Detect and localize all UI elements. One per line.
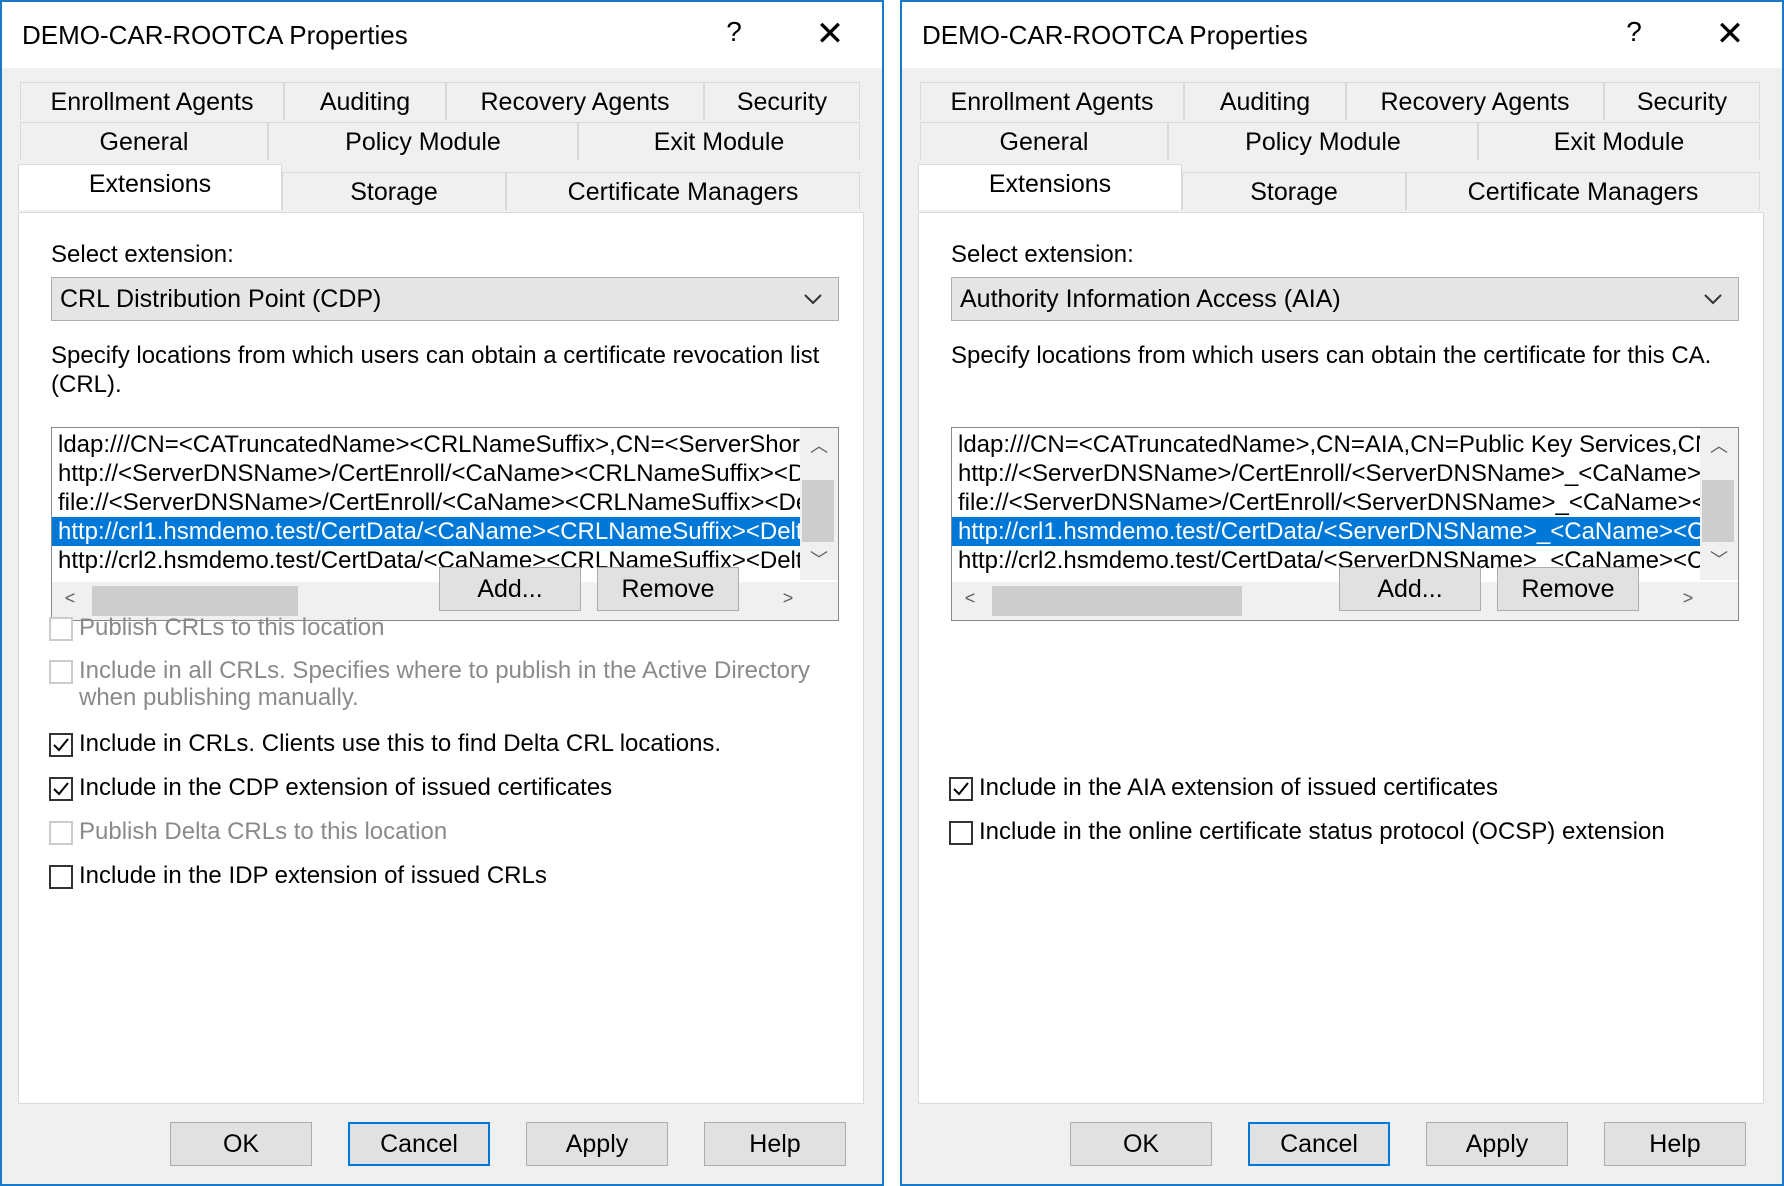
close-icon[interactable]: ✕ (802, 14, 858, 54)
checkmark-icon (53, 782, 69, 796)
apply-button[interactable]: Apply (1426, 1122, 1568, 1166)
scroll-corner (800, 582, 838, 620)
tab-security[interactable]: Security (704, 82, 860, 120)
include-aia-extension-checkbox[interactable] (949, 777, 973, 801)
publish-crls-checkbox[interactable] (49, 617, 73, 641)
scroll-left-icon[interactable]: < (952, 588, 988, 609)
include-in-crls-checkbox[interactable] (49, 733, 73, 757)
location-item[interactable]: ldap:///CN=<CATruncatedName><CRLNameSuff… (52, 430, 800, 459)
include-idp-extension-label: Include in the IDP extension of issued C… (79, 862, 547, 889)
description-text: Specify locations from which users can o… (951, 342, 1712, 369)
help-button[interactable]: Help (704, 1122, 846, 1166)
extension-dropdown-value: Authority Information Access (AIA) (960, 285, 1341, 313)
locations-list: ldap:///CN=<CATruncatedName>,CN=AIA,CN=P… (952, 430, 1700, 580)
include-in-crls-label: Include in CRLs. Clients use this to fin… (79, 730, 722, 757)
location-item[interactable]: file://<ServerDNSName>/CertEnroll/<Serve… (952, 488, 1700, 517)
tab-enrollment-agents[interactable]: Enrollment Agents (20, 82, 284, 120)
tab-auditing[interactable]: Auditing (1184, 82, 1346, 120)
window-title: DEMO-CAR-ROOTCA Properties (922, 20, 1308, 50)
tab-extensions[interactable]: Extensions (918, 164, 1182, 210)
title-bar: DEMO-CAR-ROOTCA Properties ? ✕ (902, 2, 1782, 68)
help-icon[interactable]: ? (714, 16, 754, 48)
tab-storage[interactable]: Storage (1182, 172, 1406, 210)
tab-extensions[interactable]: Extensions (18, 164, 282, 210)
publish-crls-label: Publish CRLs to this location (79, 614, 385, 641)
add-button[interactable]: Add... (439, 567, 581, 611)
scroll-up-icon[interactable]: ︿ (801, 432, 837, 458)
tab-recovery-agents[interactable]: Recovery Agents (446, 82, 704, 120)
aia-properties-dialog: DEMO-CAR-ROOTCA Properties ? ✕ Enrollmen… (900, 0, 1784, 1186)
tab-general[interactable]: General (920, 122, 1168, 160)
tab-recovery-agents[interactable]: Recovery Agents (1346, 82, 1604, 120)
add-button[interactable]: Add... (1339, 567, 1481, 611)
ok-button[interactable]: OK (170, 1122, 312, 1166)
remove-button[interactable]: Remove (597, 567, 739, 611)
chevron-down-icon (804, 294, 822, 305)
location-item-selected[interactable]: http://crl1.hsmdemo.test/CertData/<Serve… (952, 517, 1700, 546)
location-item[interactable]: http://<ServerDNSName>/CertEnroll/<Serve… (952, 459, 1700, 488)
horizontal-scroll-thumb[interactable] (92, 586, 298, 616)
publish-delta-crls-label: Publish Delta CRLs to this location (79, 818, 448, 845)
checkmark-icon (953, 782, 969, 796)
ok-button[interactable]: OK (1070, 1122, 1212, 1166)
include-aia-extension-label: Include in the AIA extension of issued c… (979, 774, 1498, 801)
location-item[interactable]: file://<ServerDNSName>/CertEnroll/<CaNam… (52, 488, 800, 517)
tab-certificate-managers[interactable]: Certificate Managers (506, 172, 860, 210)
scroll-down-icon[interactable]: ﹀ (1701, 546, 1737, 572)
tab-exit-module[interactable]: Exit Module (1478, 122, 1760, 160)
include-all-crls-label: Include in all CRLs. Specifies where to … (79, 657, 811, 684)
cancel-button[interactable]: Cancel (1248, 1122, 1390, 1166)
vertical-scroll-thumb[interactable] (802, 480, 834, 542)
include-all-crls-checkbox[interactable] (49, 660, 73, 684)
tab-enrollment-agents[interactable]: Enrollment Agents (920, 82, 1184, 120)
vertical-scroll-thumb[interactable] (1702, 480, 1734, 542)
tab-policy-module[interactable]: Policy Module (268, 122, 578, 160)
description-text: Specify locations from which users can o… (51, 342, 820, 398)
extensions-panel: Select extension: Authority Information … (918, 212, 1764, 1104)
tab-policy-module[interactable]: Policy Module (1168, 122, 1478, 160)
extension-dropdown[interactable]: CRL Distribution Point (CDP) (51, 277, 839, 321)
select-extension-label: Select extension: (951, 241, 1134, 268)
select-extension-label: Select extension: (51, 241, 234, 268)
vertical-scrollbar[interactable]: ︿ ﹀ (800, 428, 838, 580)
vertical-scrollbar[interactable]: ︿ ﹀ (1700, 428, 1738, 580)
close-icon[interactable]: ✕ (1702, 14, 1758, 54)
extension-dropdown[interactable]: Authority Information Access (AIA) (951, 277, 1739, 321)
checkmark-icon (53, 738, 69, 752)
location-item[interactable]: http://<ServerDNSName>/CertEnroll/<CaNam… (52, 459, 800, 488)
tab-auditing[interactable]: Auditing (284, 82, 446, 120)
include-cdp-extension-checkbox[interactable] (49, 777, 73, 801)
scroll-left-icon[interactable]: < (52, 588, 88, 609)
scroll-down-icon[interactable]: ﹀ (801, 546, 837, 572)
remove-button[interactable]: Remove (1497, 567, 1639, 611)
location-item-selected[interactable]: http://crl1.hsmdemo.test/CertData/<CaNam… (52, 517, 800, 546)
include-ocsp-extension-label: Include in the online certificate status… (979, 818, 1665, 845)
publish-delta-crls-checkbox[interactable] (49, 821, 73, 845)
include-all-crls-label-line2: when publishing manually. (79, 684, 359, 711)
scroll-up-icon[interactable]: ︿ (1701, 432, 1737, 458)
window-title: DEMO-CAR-ROOTCA Properties (22, 20, 408, 50)
help-icon[interactable]: ? (1614, 16, 1654, 48)
tab-storage[interactable]: Storage (282, 172, 506, 210)
cdp-properties-dialog: DEMO-CAR-ROOTCA Properties ? ✕ Enrollmen… (0, 0, 884, 1186)
include-ocsp-extension-checkbox[interactable] (949, 821, 973, 845)
tab-certificate-managers[interactable]: Certificate Managers (1406, 172, 1760, 210)
include-cdp-extension-label: Include in the CDP extension of issued c… (79, 774, 613, 801)
horizontal-scroll-thumb[interactable] (992, 586, 1242, 616)
locations-list: ldap:///CN=<CATruncatedName><CRLNameSuff… (52, 430, 800, 580)
help-button[interactable]: Help (1604, 1122, 1746, 1166)
location-item[interactable]: ldap:///CN=<CATruncatedName>,CN=AIA,CN=P… (952, 430, 1700, 459)
chevron-down-icon (1704, 294, 1722, 305)
apply-button[interactable]: Apply (526, 1122, 668, 1166)
tab-general[interactable]: General (20, 122, 268, 160)
scroll-corner (1700, 582, 1738, 620)
extensions-panel: Select extension: CRL Distribution Point… (18, 212, 864, 1104)
tab-security[interactable]: Security (1604, 82, 1760, 120)
cancel-button[interactable]: Cancel (348, 1122, 490, 1166)
tab-exit-module[interactable]: Exit Module (578, 122, 860, 160)
include-idp-extension-checkbox[interactable] (49, 865, 73, 889)
title-bar: DEMO-CAR-ROOTCA Properties ? ✕ (2, 2, 882, 68)
extension-dropdown-value: CRL Distribution Point (CDP) (60, 285, 382, 313)
